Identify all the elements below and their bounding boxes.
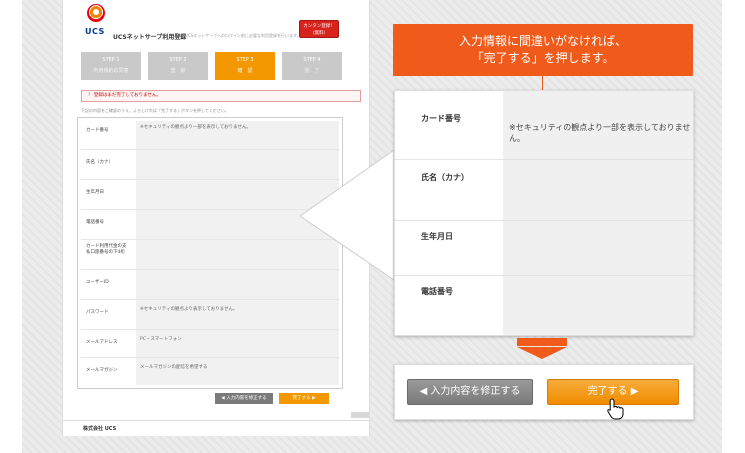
ucs-logo-icon [87,4,105,22]
step-2: STEP 2登 録 [148,52,208,80]
footer-logo: 株式会社 UCS [83,426,117,432]
ucs-logo-text: UCS [85,27,105,36]
zoom-pointer [299,150,395,280]
step-1: STEP 1 利用規約の同意 [81,52,141,80]
quick-register-button[interactable]: カンタン登録！（無料） [299,20,339,38]
zoom-row-phone: 電話番号 [395,276,693,335]
zoom-label-card: カード番号 [421,114,461,123]
confirm-note: 下記の内容をご確認のうえ、よろしければ「完了する」ボタンを押してください。 [81,108,229,113]
zoom-label-birth: 生年月日 [421,232,453,241]
mini-small-bar [351,412,369,418]
callout-line-2: 「完了する」を押します。 [471,51,615,65]
zoom-value-phone [503,276,693,335]
zoom-value-name [503,160,693,220]
not-complete-alert: ！ 登録はまだ完了しておりません。 [81,90,361,102]
step-indicator: STEP 1 利用規約の同意 STEP 2登 録 STEP 3確 認 STEP 4… [81,52,343,82]
zoom-value-birth [503,221,693,275]
zoom-label-phone: 電話番号 [421,287,453,296]
zoomed-buttons: ◀ 入力内容を修正する 完了する ▶ [394,364,694,420]
mini-footer: 株式会社 UCS [63,420,369,436]
mini-fix-button[interactable]: ◀ 入力内容を修正する [215,393,273,404]
zoom-value-card: ※セキュリティの観点より一部を表示しておりません。 [503,91,693,159]
zoom-label-name: 氏名（カナ） [421,173,469,182]
instruction-callout: 入力情報に間違いがなければ、 「完了する」を押します。 [393,24,693,76]
step-3: STEP 3確 認 [215,52,275,80]
mini-done-button[interactable]: 完了する ▶ [279,393,329,404]
step-4: STEP 4完 了 [282,52,342,80]
site-title: UCSネットサーブ利用登録 [113,34,187,41]
zoom-row-birth: 生年月日 [395,221,693,275]
fix-input-button[interactable]: ◀ 入力内容を修正する [407,379,533,405]
zoom-row-card: カード番号 ※セキュリティの観点より一部を表示しておりません。 [395,91,693,159]
hand-cursor-icon [607,398,624,420]
zoomed-form: カード番号 ※セキュリティの観点より一部を表示しておりません。 氏名（カナ） 生… [394,90,694,336]
site-subtitle: UCSネットサーブへのログイン前に必要な利用登録を行います。 [185,33,301,38]
callout-line-1: 入力情報に間違いがなければ、 [458,34,627,48]
mini-header: UCS UCSネットサーブ利用登録 UCSネットサーブへのログイン前に必要な利用… [63,0,369,41]
down-arrow-icon [517,338,567,360]
zoom-row-name: 氏名（カナ） [395,160,693,220]
